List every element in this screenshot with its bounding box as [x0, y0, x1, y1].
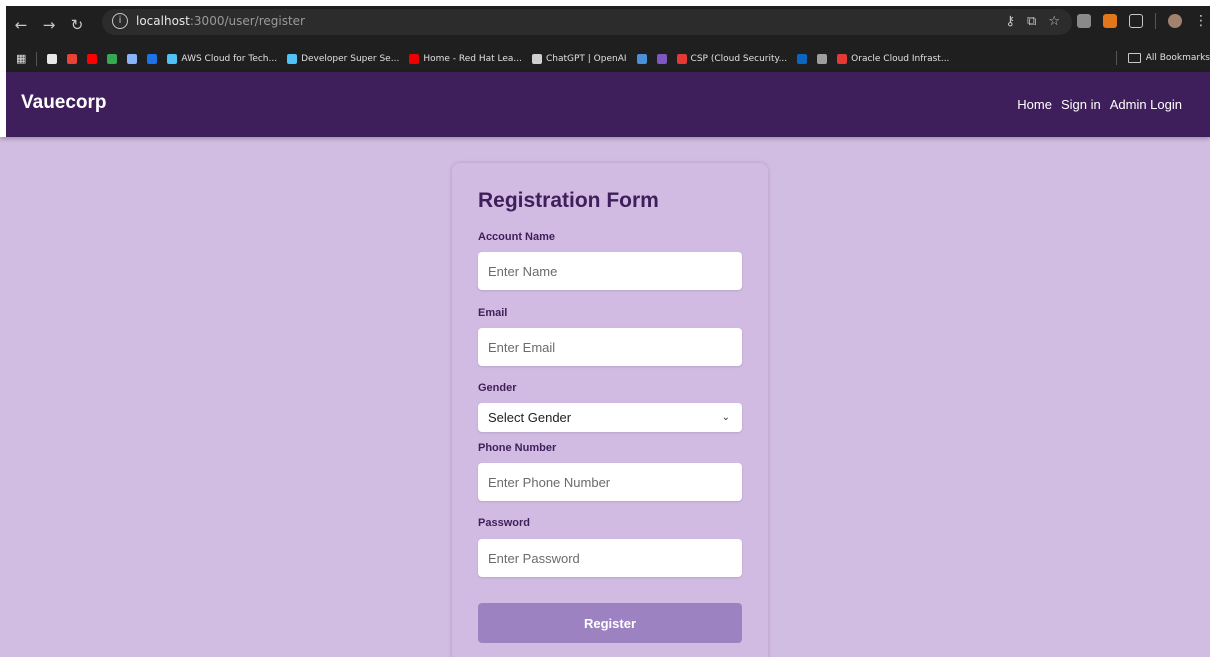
browser-toolbar: ← → ↻ i localhost:3000/user/register ⚷ ⧉…: [0, 0, 1210, 45]
password-input[interactable]: [478, 539, 742, 577]
gender-select[interactable]: Select Gender ⌄: [478, 403, 742, 432]
apps-icon[interactable]: ▦: [16, 52, 26, 65]
bookmark-item[interactable]: Oracle Cloud Infrast...: [837, 53, 950, 64]
all-bookmarks-label: All Bookmarks: [1145, 53, 1210, 63]
bookmark-favicon-icon: [676, 53, 687, 64]
metamask-icon[interactable]: [1103, 14, 1117, 28]
bookmark-item[interactable]: AWS Cloud for Tech...: [167, 53, 278, 64]
bookmark-favicon-icon: [107, 53, 118, 64]
reload-icon[interactable]: ↻: [66, 14, 88, 36]
bookmarks-bar: ▦ AWS Cloud for Tech... Developer Super S…: [0, 45, 1210, 72]
extension-icon[interactable]: [1077, 14, 1091, 28]
open-in-new-icon[interactable]: ⧉: [1027, 14, 1036, 29]
app-header: Vauecorp Home Sign in Admin Login: [0, 72, 1210, 137]
bookmark-list: AWS Cloud for Tech... Developer Super Se.…: [37, 53, 950, 64]
bookmark-favicon-icon: [409, 53, 420, 64]
bookmark-favicon-icon: [47, 53, 58, 64]
bookmark-label: Oracle Cloud Infrast...: [851, 53, 950, 64]
bookmark-item[interactable]: CSP (Cloud Security...: [676, 53, 788, 64]
bookmark-favicon-icon: [167, 53, 178, 64]
bookmark-favicon-icon: [87, 53, 98, 64]
chevron-down-icon: ⌄: [721, 412, 730, 423]
bookmark-favicon-icon: [531, 53, 542, 64]
registration-card: Registration Form Account Name Email Gen…: [452, 163, 768, 657]
address-bar[interactable]: i localhost:3000/user/register ⚷ ⧉ ☆: [102, 9, 1072, 35]
all-bookmarks[interactable]: All Bookmarks: [1115, 51, 1210, 65]
bookmark-favicon-icon: [147, 53, 158, 64]
address-bar-actions: ⚷ ⧉ ☆: [1006, 14, 1060, 29]
email-input[interactable]: [478, 328, 742, 366]
bookmark-item[interactable]: [107, 53, 118, 64]
bookmark-item[interactable]: [127, 53, 138, 64]
brand-logo[interactable]: Vauecorp: [21, 92, 107, 114]
nav-home-link[interactable]: Home: [1017, 97, 1052, 112]
back-icon[interactable]: ←: [10, 14, 32, 36]
bookmark-item[interactable]: [817, 53, 828, 64]
bookmark-item[interactable]: Home - Red Hat Lea...: [409, 53, 522, 64]
account-name-label: Account Name: [478, 231, 556, 243]
gender-select-value: Select Gender: [488, 410, 572, 425]
extensions-area: ⋮: [1077, 13, 1208, 29]
gender-label: Gender: [478, 382, 517, 394]
url-host: localhost: [136, 14, 190, 28]
bookmark-label: Developer Super Se...: [301, 53, 400, 64]
form-title: Registration Form: [478, 189, 659, 212]
bookmark-favicon-icon: [127, 53, 138, 64]
key-icon[interactable]: ⚷: [1006, 14, 1016, 29]
bookmark-item[interactable]: [67, 53, 78, 64]
bookmark-item[interactable]: ChatGPT | OpenAI: [531, 53, 627, 64]
email-label: Email: [478, 307, 508, 319]
bookmark-label: ChatGPT | OpenAI: [545, 53, 627, 64]
phone-number-input[interactable]: [478, 463, 742, 501]
bookmark-item[interactable]: [797, 53, 808, 64]
nav-admin-login-link[interactable]: Admin Login: [1110, 97, 1182, 112]
phone-number-label: Phone Number: [478, 442, 557, 454]
bookmark-label: AWS Cloud for Tech...: [181, 53, 278, 64]
bookmark-favicon-icon: [837, 53, 848, 64]
site-info-icon[interactable]: i: [112, 13, 128, 29]
bookmark-label: CSP (Cloud Security...: [690, 53, 788, 64]
profile-avatar[interactable]: [1168, 14, 1182, 28]
url-text[interactable]: localhost:3000/user/register: [136, 14, 305, 28]
bookmark-favicon-icon: [67, 53, 78, 64]
bookmarks-divider: [1115, 51, 1117, 65]
extensions-puzzle-icon[interactable]: [1129, 14, 1143, 28]
bookmark-favicon-icon: [817, 53, 828, 64]
bookmark-favicon-icon: [656, 53, 667, 64]
bookmark-item[interactable]: [47, 53, 58, 64]
screen: ← → ↻ i localhost:3000/user/register ⚷ ⧉…: [0, 0, 1210, 657]
star-icon[interactable]: ☆: [1048, 14, 1060, 29]
nav-buttons: ← → ↻: [10, 14, 88, 36]
bookmark-label: Home - Red Hat Lea...: [423, 53, 522, 64]
nav-sign-in-link[interactable]: Sign in: [1061, 97, 1101, 112]
password-label: Password: [478, 517, 530, 529]
register-button[interactable]: Register: [478, 603, 742, 643]
toolbar-divider: [1155, 13, 1156, 29]
account-name-input[interactable]: [478, 252, 742, 290]
header-nav: Home Sign in Admin Login: [1017, 97, 1182, 112]
bookmark-favicon-icon: [287, 53, 298, 64]
bookmark-item[interactable]: [656, 53, 667, 64]
bookmark-item[interactable]: [87, 53, 98, 64]
bookmark-item[interactable]: [147, 53, 158, 64]
bookmark-item[interactable]: [636, 53, 647, 64]
folder-icon: [1127, 53, 1141, 63]
forward-icon[interactable]: →: [38, 14, 60, 36]
url-path: :3000/user/register: [189, 14, 305, 28]
bookmark-favicon-icon: [797, 53, 808, 64]
menu-icon[interactable]: ⋮: [1194, 13, 1208, 29]
bookmark-favicon-icon: [636, 53, 647, 64]
bookmark-item[interactable]: Developer Super Se...: [287, 53, 400, 64]
